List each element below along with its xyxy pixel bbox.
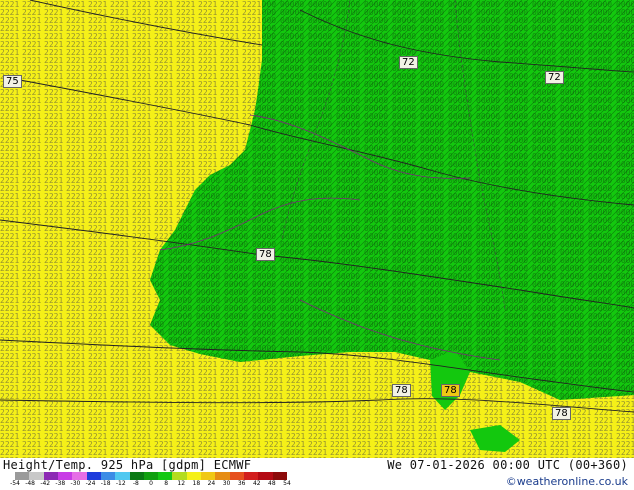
site-credit[interactable]: ©weatheronline.co.uk [506,475,628,488]
color-scale-swatch [186,472,202,480]
contour-label: 78 [256,248,275,261]
color-scale-bar [15,472,287,480]
color-scale-swatch [172,472,187,480]
valid-time: We 07-01-2026 00:00 UTC (00+360) [387,458,628,472]
color-scale-tick-label: -24 [85,480,96,487]
weather-map: 2221 00000 75 72 72 78 78 78 78 [0,0,634,458]
color-scale-tick-label: 36 [237,480,246,487]
color-scale-swatch [272,472,287,480]
color-scale-swatch [258,472,273,480]
color-scale-tick-label: 8 [164,480,169,487]
color-scale-swatch [143,472,159,480]
color-scale-tick-label: 48 [268,480,276,487]
map-field: 2221 00000 [0,0,634,458]
contour-label: 72 [399,56,418,69]
color-scale-tick-label: -48 [25,480,36,487]
map-title: Height/Temp. 925 hPa [gdpm] ECMWF [3,458,252,472]
color-scale-swatch [72,472,87,480]
color-scale-swatch [129,472,144,480]
map-footer: Height/Temp. 925 hPa [gdpm] ECMWF We 07-… [0,458,634,490]
contour-label: 78 [441,384,460,397]
contour-label: 72 [545,71,564,84]
color-scale-tick-label: 12 [177,480,186,487]
color-scale-swatch [201,472,216,480]
color-scale-swatch [158,472,173,480]
color-scale-tick-label: 54 [283,480,291,487]
color-scale-tick-label: -8 [132,480,139,487]
color-scale-swatch [43,472,58,480]
color-scale-swatch [57,472,73,480]
color-scale-ticks: -54 -48 -42 -38 -30 -24 -18 -12 -8 0 8 12 18 24 30 36 42… [10,480,292,488]
color-scale-tick-label: -30 [70,480,81,487]
contour-label: 75 [3,75,22,88]
color-scale-swatch [215,472,230,480]
color-scale-tick-label: -18 [100,480,111,487]
color-scale-tick-label: 24 [207,480,216,487]
color-scale-tick-label: -42 [40,480,51,487]
color-scale-swatch [15,472,30,480]
color-scale-tick-label: -38 [55,480,66,487]
color-scale: -54 -48 -42 -38 -30 -24 -18 -12 -8 0 8 12 18 24 30 36 42… [10,472,292,490]
color-scale-tick-label: 18 [192,480,201,487]
contour-label: 78 [392,384,411,397]
color-scale-tick-label: 0 [149,480,153,487]
color-scale-swatch [115,472,130,480]
color-scale-swatch [100,472,116,480]
color-scale-tick-label: 42 [252,480,261,487]
color-scale-swatch [244,472,259,480]
color-scale-swatch [229,472,244,480]
color-scale-swatch [86,472,101,480]
contour-label: 78 [552,407,571,420]
color-scale-tick-label: -54 [10,480,20,487]
color-scale-tick-label: 30 [222,480,231,487]
color-scale-tick-label: -12 [115,480,126,487]
color-scale-swatch [29,472,44,480]
